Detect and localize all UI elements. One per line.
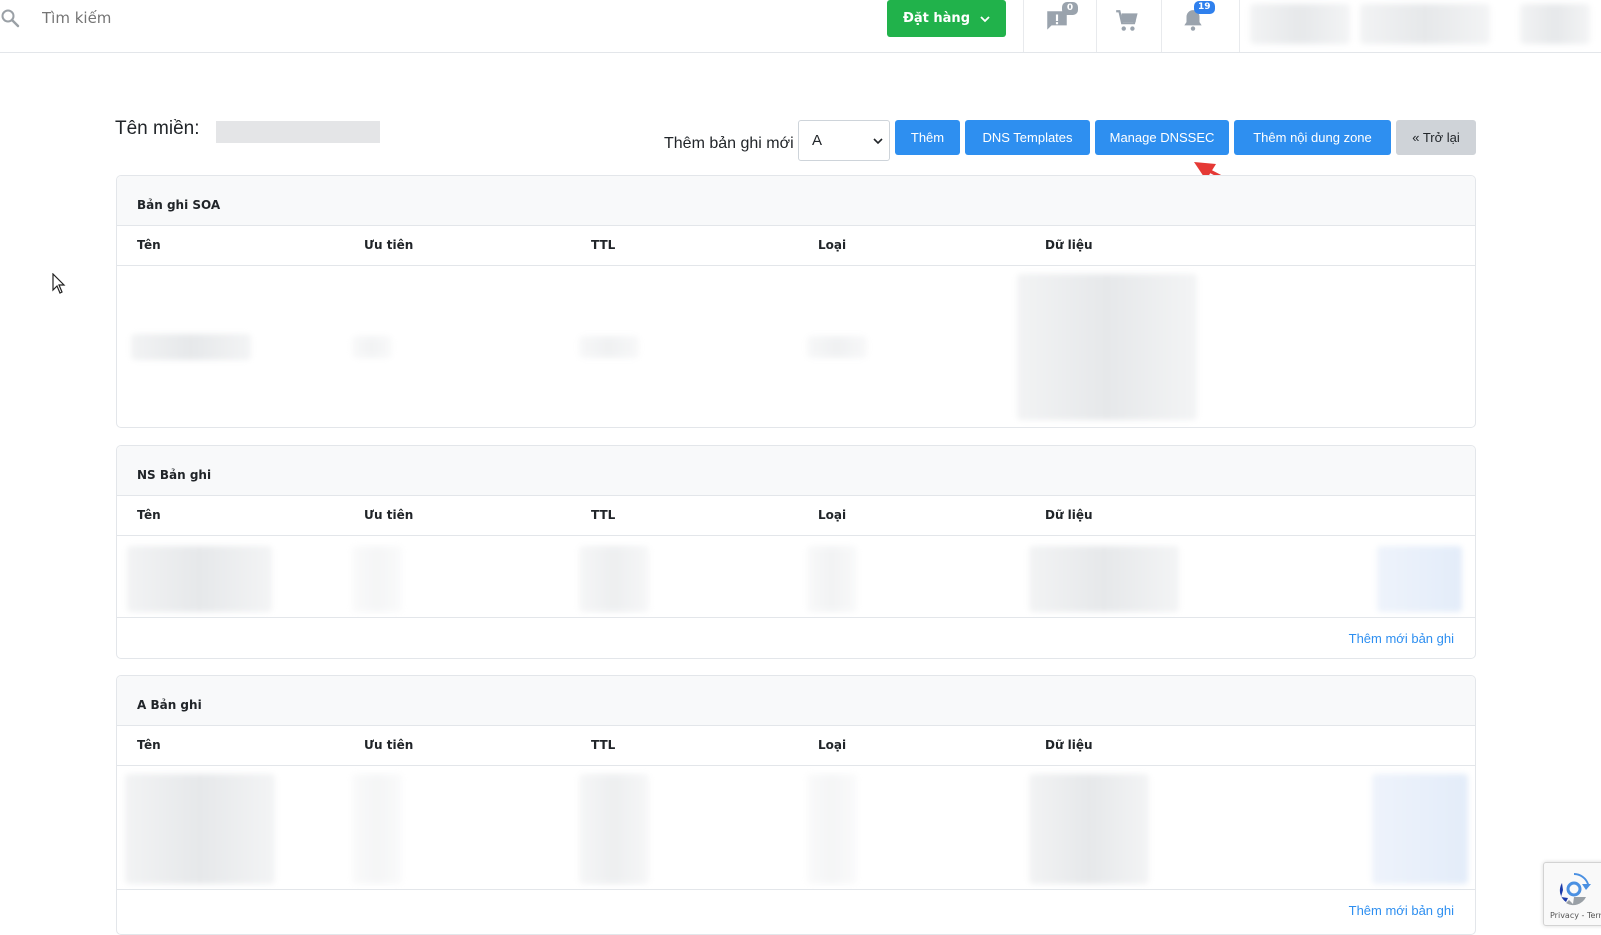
card-footer: Thêm mới bản ghi — [117, 618, 1475, 658]
redacted-cell — [1017, 274, 1197, 420]
recaptcha-icon — [1559, 873, 1591, 906]
chevron-down-icon — [873, 138, 883, 145]
column-type: Loại — [818, 738, 847, 752]
recaptcha-badge[interactable]: Privacy - Terms — [1543, 862, 1601, 926]
a-card-title: A Bản ghi — [117, 676, 1475, 726]
column-data: Dữ liệu — [1045, 238, 1093, 252]
notifications-button[interactable]: 19 — [1176, 0, 1226, 50]
record-type-value: A — [812, 132, 823, 149]
top-navbar: Đặt hàng 0 19 — [0, 0, 1601, 53]
dns-templates-button[interactable]: DNS Templates — [965, 120, 1090, 155]
table-header: Tên Ưu tiên TTL Loại Dữ liệu — [117, 226, 1475, 266]
redacted-cell — [579, 336, 639, 358]
column-priority: Ưu tiên — [364, 508, 414, 522]
redacted-cell — [807, 774, 857, 884]
redacted-cell — [125, 774, 275, 884]
avatar[interactable] — [1520, 4, 1590, 44]
soa-card-title: Bản ghi SOA — [117, 176, 1475, 226]
domain-label: Tên miền: — [115, 118, 200, 139]
messages-badge: 0 — [1062, 2, 1078, 15]
record-type-select[interactable]: A — [798, 120, 890, 161]
add-record-button[interactable]: Thêm — [895, 120, 960, 155]
redacted-cell — [807, 336, 867, 358]
column-data: Dữ liệu — [1045, 508, 1093, 522]
new-record-label: Thêm bản ghi mới — [664, 135, 794, 152]
ns-records-card: NS Bản ghi Tên Ưu tiên TTL Loại Dữ liệu … — [116, 445, 1476, 659]
redacted-cell — [579, 774, 649, 884]
column-priority: Ưu tiên — [364, 238, 414, 252]
redacted-cell — [352, 546, 402, 612]
card-footer: Thêm mới bản ghi — [117, 890, 1475, 930]
a-records-card: A Bản ghi Tên Ưu tiên TTL Loại Dữ liệu T… — [116, 675, 1476, 935]
order-button-label: Đặt hàng — [903, 11, 970, 26]
notifications-badge: 19 — [1194, 1, 1215, 14]
recaptcha-terms[interactable]: Privacy - Terms — [1550, 911, 1601, 920]
soa-records-card: Bản ghi SOA Tên Ưu tiên TTL Loại Dữ liệu — [116, 175, 1476, 428]
table-row — [117, 266, 1475, 427]
divider — [1096, 0, 1097, 52]
mouse-cursor-icon — [52, 273, 66, 294]
table-header: Tên Ưu tiên TTL Loại Dữ liệu — [117, 726, 1475, 766]
redacted-actions[interactable] — [1377, 546, 1462, 612]
redacted-cell — [127, 546, 272, 612]
redacted-cell — [1029, 546, 1179, 612]
column-name: Tên — [137, 238, 161, 252]
chevron-down-icon — [980, 15, 990, 22]
table-header: Tên Ưu tiên TTL Loại Dữ liệu — [117, 496, 1475, 536]
redacted-cell — [1029, 774, 1149, 884]
divider — [1023, 0, 1024, 52]
cart-icon[interactable] — [1114, 8, 1140, 34]
table-row — [117, 536, 1475, 618]
domain-name-redacted — [216, 121, 380, 143]
account-info-redacted[interactable] — [1250, 4, 1350, 44]
table-row — [117, 766, 1475, 890]
column-ttl: TTL — [591, 238, 616, 252]
ns-card-title: NS Bản ghi — [117, 446, 1475, 496]
back-button[interactable]: « Trở lại — [1396, 120, 1476, 155]
add-ns-record-link[interactable]: Thêm mới bản ghi — [1349, 631, 1454, 646]
redacted-actions[interactable] — [1372, 774, 1468, 884]
redacted-cell — [579, 546, 649, 612]
column-ttl: TTL — [591, 508, 616, 522]
column-name: Tên — [137, 738, 161, 752]
column-data: Dữ liệu — [1045, 738, 1093, 752]
redacted-cell — [352, 774, 402, 884]
column-priority: Ưu tiên — [364, 738, 414, 752]
redacted-cell — [352, 336, 392, 358]
redacted-cell — [807, 546, 857, 612]
search-input[interactable] — [42, 9, 442, 27]
column-name: Tên — [137, 508, 161, 522]
divider — [1239, 0, 1240, 52]
order-button[interactable]: Đặt hàng — [887, 0, 1006, 37]
search-icon — [1, 9, 20, 28]
column-ttl: TTL — [591, 738, 616, 752]
column-type: Loại — [818, 238, 847, 252]
add-a-record-link[interactable]: Thêm mới bản ghi — [1349, 903, 1454, 918]
redacted-cell — [131, 334, 251, 360]
balance-info-redacted — [1360, 4, 1490, 44]
add-zone-content-button[interactable]: Thêm nội dung zone — [1234, 120, 1391, 155]
column-type: Loại — [818, 508, 847, 522]
divider — [1161, 0, 1162, 52]
manage-dnssec-button[interactable]: Manage DNSSEC — [1095, 120, 1229, 155]
messages-button[interactable]: 0 — [1040, 0, 1090, 50]
